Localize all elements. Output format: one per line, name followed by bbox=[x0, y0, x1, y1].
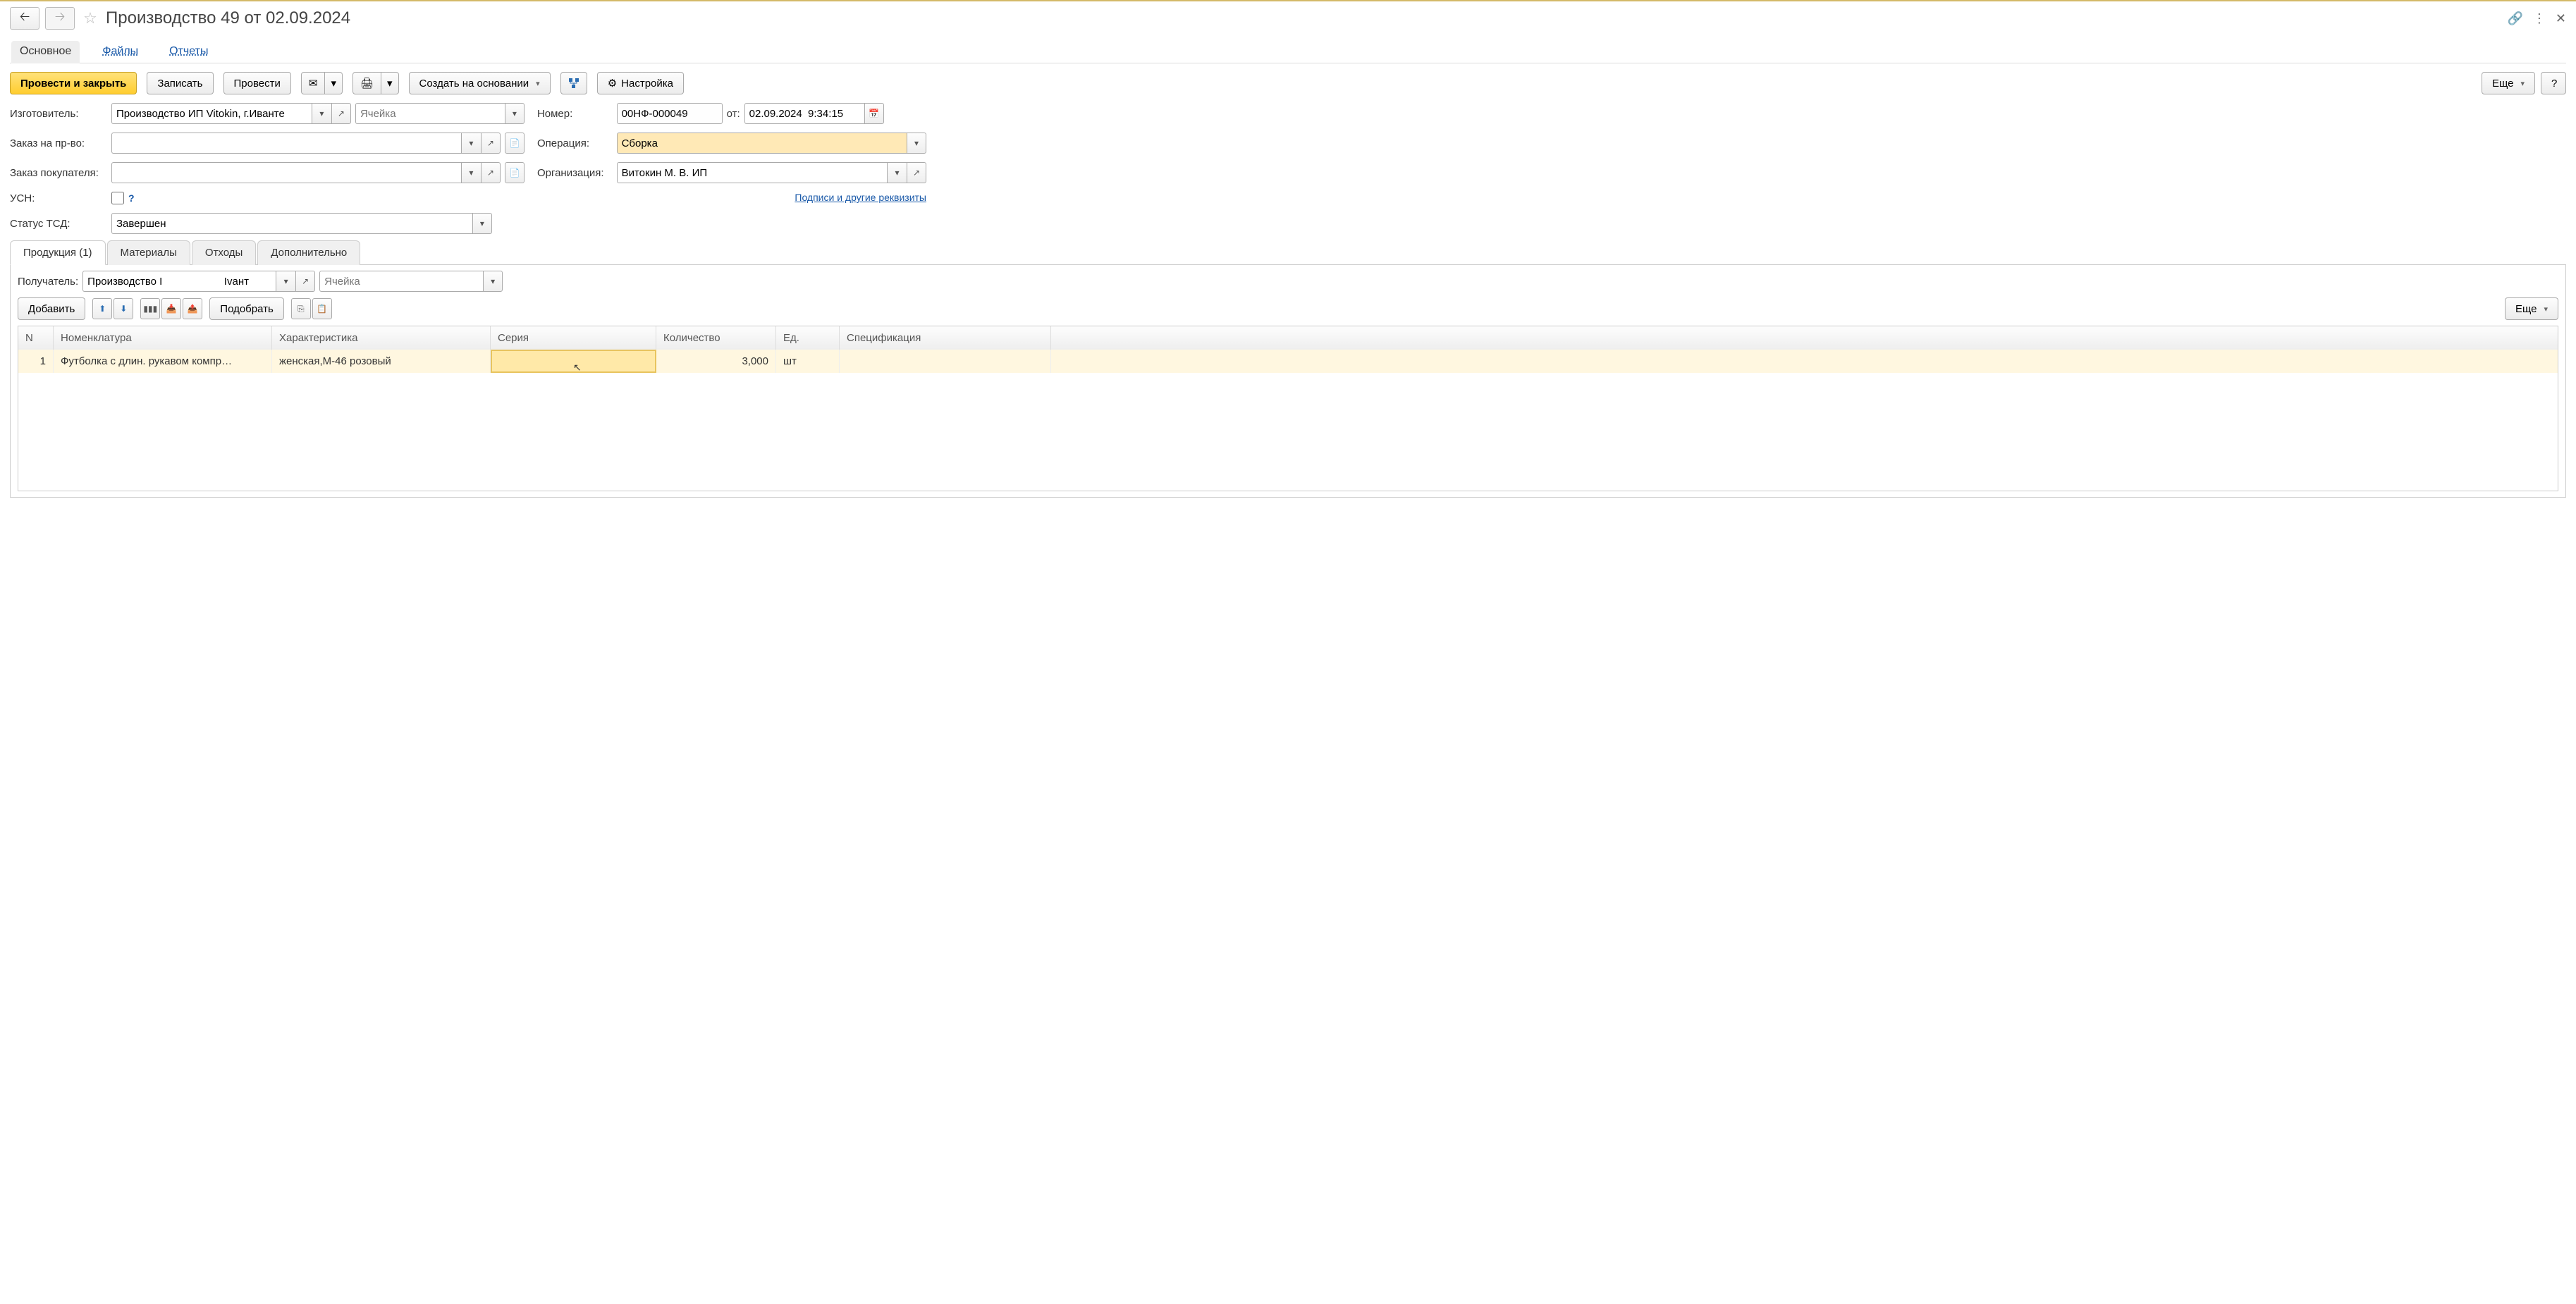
operation-label: Операция: bbox=[537, 137, 604, 149]
tabs: Продукция (1) Материалы Отходы Дополните… bbox=[10, 240, 2566, 265]
th-spec[interactable]: Спецификация bbox=[840, 326, 1051, 350]
products-table: N Номенклатура Характеристика Серия Коли… bbox=[18, 326, 2558, 491]
operation-input[interactable] bbox=[617, 133, 907, 154]
add-row-button[interactable]: Добавить bbox=[18, 297, 85, 320]
main-toolbar: Провести и закрыть Записать Провести ✉ ▾… bbox=[10, 72, 2566, 94]
top-nav: Основное Файлы Отчеты bbox=[10, 38, 2566, 63]
barcode-icon[interactable]: ▮▮▮ bbox=[140, 298, 160, 319]
order-prod-open-icon[interactable]: ↗ bbox=[481, 133, 501, 154]
topnav-reports[interactable]: Отчеты bbox=[161, 41, 216, 63]
nav-forward-button[interactable]: 🡢 bbox=[45, 7, 75, 30]
signatures-link[interactable]: Подписи и другие реквизиты bbox=[617, 192, 926, 204]
copy-icon[interactable]: ⎘ bbox=[291, 298, 311, 319]
page-title: Производство 49 от 02.09.2024 bbox=[106, 8, 350, 28]
tsd-dropdown[interactable]: ▾ bbox=[472, 213, 492, 234]
customer-order-fill-icon[interactable]: 📄 bbox=[505, 162, 525, 183]
manufacturer-dropdown[interactable]: ▾ bbox=[312, 103, 331, 124]
settings-button[interactable]: ⚙ Настройка bbox=[597, 72, 684, 94]
th-qty[interactable]: Количество bbox=[656, 326, 776, 350]
topnav-main[interactable]: Основное bbox=[11, 41, 80, 63]
paste-icon[interactable]: 📋 bbox=[312, 298, 332, 319]
cell2-dropdown[interactable]: ▾ bbox=[483, 271, 503, 292]
print-button[interactable]: 🖨 bbox=[352, 72, 381, 94]
panel-more-button[interactable]: Еще bbox=[2505, 297, 2558, 320]
gear-icon: ⚙ bbox=[608, 77, 617, 90]
move-up-icon[interactable]: ⬆ bbox=[92, 298, 112, 319]
order-prod-fill-icon[interactable]: 📄 bbox=[505, 133, 525, 154]
order-prod-dropdown[interactable]: ▾ bbox=[461, 133, 481, 154]
cell-n[interactable]: 1 bbox=[18, 350, 54, 373]
customer-order-open-icon[interactable]: ↗ bbox=[481, 162, 501, 183]
th-char[interactable]: Характеристика bbox=[272, 326, 491, 350]
email-dropdown[interactable]: ▾ bbox=[325, 72, 343, 94]
th-unit[interactable]: Ед. bbox=[776, 326, 840, 350]
from-label: от: bbox=[727, 108, 740, 120]
org-dropdown[interactable]: ▾ bbox=[887, 162, 907, 183]
tab-waste[interactable]: Отходы bbox=[192, 240, 256, 265]
link-icon[interactable]: 🔗 bbox=[2507, 11, 2522, 26]
more-button[interactable]: Еще bbox=[2482, 72, 2535, 94]
write-button[interactable]: Записать bbox=[147, 72, 213, 94]
order-prod-label: Заказ на пр-во: bbox=[10, 137, 99, 149]
topnav-files[interactable]: Файлы bbox=[94, 41, 147, 63]
manufacturer-input[interactable] bbox=[111, 103, 312, 124]
scan-out-icon[interactable]: 📤 bbox=[183, 298, 202, 319]
manufacturer-label: Изготовитель: bbox=[10, 108, 99, 120]
cell-qty[interactable]: 3,000 bbox=[656, 350, 776, 373]
kebab-menu-icon[interactable]: ⋮ bbox=[2533, 11, 2546, 26]
org-label: Организация: bbox=[537, 167, 604, 179]
org-input[interactable] bbox=[617, 162, 887, 183]
cell-spec[interactable] bbox=[840, 350, 1051, 373]
tsd-label: Статус ТСД: bbox=[10, 218, 99, 230]
scan-in-icon[interactable]: 📥 bbox=[161, 298, 181, 319]
cell-series[interactable]: ↖ bbox=[491, 350, 656, 373]
number-label: Номер: bbox=[537, 108, 604, 120]
post-and-close-button[interactable]: Провести и закрыть bbox=[10, 72, 137, 94]
customer-order-input[interactable] bbox=[111, 162, 461, 183]
tab-panel-products: Получатель: ▾ ↗ ▾ Добавить ⬆ ⬇ ▮▮▮ 📥 📤 bbox=[10, 265, 2566, 498]
usn-checkbox[interactable] bbox=[111, 192, 124, 204]
tab-products[interactable]: Продукция (1) bbox=[10, 240, 106, 265]
number-input[interactable] bbox=[617, 103, 723, 124]
manufacturer-open-icon[interactable]: ↗ bbox=[331, 103, 351, 124]
recipient-label: Получатель: bbox=[18, 276, 78, 288]
operation-dropdown[interactable]: ▾ bbox=[907, 133, 926, 154]
nav-back-button[interactable]: 🡠 bbox=[10, 7, 39, 30]
print-dropdown[interactable]: ▾ bbox=[381, 72, 399, 94]
org-open-icon[interactable]: ↗ bbox=[907, 162, 926, 183]
structure-button[interactable] bbox=[560, 72, 587, 94]
cell1-input[interactable] bbox=[355, 103, 505, 124]
favorite-star-icon[interactable]: ☆ bbox=[80, 9, 100, 27]
recipient-open-icon[interactable]: ↗ bbox=[295, 271, 315, 292]
th-n[interactable]: N bbox=[18, 326, 54, 350]
email-button[interactable]: ✉ bbox=[301, 72, 326, 94]
recipient-dropdown[interactable]: ▾ bbox=[276, 271, 295, 292]
post-button[interactable]: Провести bbox=[223, 72, 291, 94]
move-down-icon[interactable]: ⬇ bbox=[114, 298, 133, 319]
cursor-icon: ↖ bbox=[573, 362, 582, 374]
th-nomen[interactable]: Номенклатура bbox=[54, 326, 272, 350]
close-icon[interactable]: ✕ bbox=[2556, 11, 2566, 26]
recipient-input[interactable] bbox=[82, 271, 276, 292]
customer-order-dropdown[interactable]: ▾ bbox=[461, 162, 481, 183]
tsd-input[interactable] bbox=[111, 213, 472, 234]
usn-help-icon[interactable]: ? bbox=[128, 192, 135, 204]
tab-materials[interactable]: Материалы bbox=[107, 240, 190, 265]
calendar-icon[interactable]: 📅 bbox=[864, 103, 884, 124]
cell-char[interactable]: женская,M-46 розовый bbox=[272, 350, 491, 373]
cell1-dropdown[interactable]: ▾ bbox=[505, 103, 525, 124]
table-row[interactable]: 1 Футболка с длин. рукавом компр… женска… bbox=[18, 350, 2558, 373]
pick-button[interactable]: Подобрать bbox=[209, 297, 284, 320]
usn-label: УСН: bbox=[10, 192, 99, 204]
cell-nomen[interactable]: Футболка с длин. рукавом компр… bbox=[54, 350, 272, 373]
order-prod-input[interactable] bbox=[111, 133, 461, 154]
customer-order-label: Заказ покупателя: bbox=[10, 167, 99, 179]
cell2-input[interactable] bbox=[319, 271, 483, 292]
cell-unit[interactable]: шт bbox=[776, 350, 840, 373]
tab-extra[interactable]: Дополнительно bbox=[257, 240, 360, 265]
create-based-button[interactable]: Создать на основании bbox=[409, 72, 551, 94]
th-series[interactable]: Серия bbox=[491, 326, 656, 350]
date-input[interactable] bbox=[744, 103, 864, 124]
help-button[interactable]: ? bbox=[2541, 72, 2566, 94]
